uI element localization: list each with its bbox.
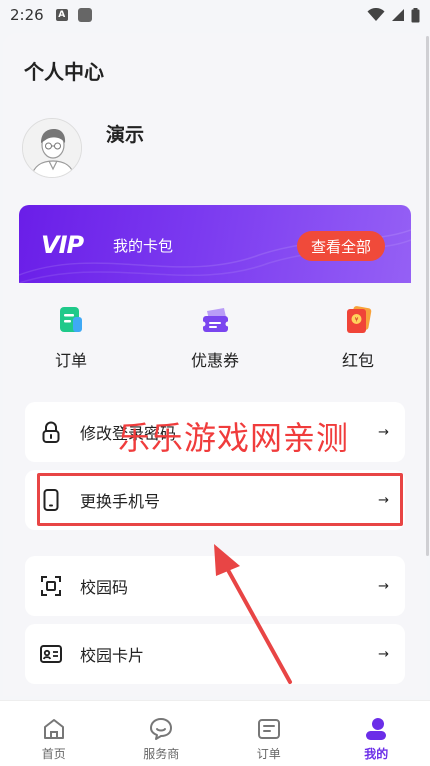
quick-action-label: 订单 bbox=[54, 351, 87, 370]
vip-logo: VIP bbox=[41, 231, 84, 259]
menu-item-label: 更换手机号 bbox=[80, 492, 161, 511]
tab-label: 订单 bbox=[256, 747, 281, 761]
tab-mine[interactable]: 我的 bbox=[323, 701, 430, 766]
page-title: 个人中心 bbox=[24, 60, 104, 84]
id-card-icon bbox=[40, 645, 62, 663]
notification-app-icon bbox=[77, 8, 92, 22]
menu-item-label: 修改登录密码 bbox=[80, 424, 177, 443]
vip-card-title: 我的卡包 bbox=[113, 237, 174, 255]
coupon-icon bbox=[200, 308, 230, 332]
quick-action-label: 优惠券 bbox=[190, 351, 239, 370]
user-name[interactable]: 演示 bbox=[106, 120, 144, 147]
lock-icon bbox=[42, 421, 60, 443]
tab-label: 我的 bbox=[364, 747, 389, 761]
battery-icon bbox=[411, 7, 420, 22]
arrow-right-icon: → bbox=[378, 646, 389, 662]
quick-action-coupon[interactable]: 优惠券 bbox=[170, 305, 260, 371]
menu-item-label: 校园码 bbox=[80, 578, 129, 597]
tab-home[interactable]: 首页 bbox=[0, 701, 108, 766]
svg-text:¥: ¥ bbox=[355, 317, 359, 324]
arrow-right-icon: → bbox=[378, 492, 389, 508]
arrow-right-icon: → bbox=[378, 578, 389, 594]
scan-icon bbox=[41, 576, 61, 596]
quick-action-order[interactable]: 订单 bbox=[26, 305, 116, 371]
phone-icon bbox=[43, 489, 59, 511]
status-indicators bbox=[367, 7, 420, 23]
menu-item-campus-code[interactable]: 校园码 → bbox=[25, 556, 405, 616]
profile-icon bbox=[366, 718, 387, 740]
vip-card-banner[interactable]: VIP 我的卡包 查看全部 bbox=[19, 205, 411, 287]
status-bar: 2:26 A bbox=[0, 0, 430, 30]
quick-actions: 订单 优惠券 ¥ 红包 bbox=[19, 283, 411, 387]
status-time: 2:26 bbox=[10, 6, 44, 24]
view-all-button[interactable]: 查看全部 bbox=[297, 231, 385, 261]
avatar[interactable] bbox=[22, 118, 82, 178]
quick-action-label: 红包 bbox=[341, 351, 374, 370]
menu-item-change-phone[interactable]: 更换手机号 → bbox=[25, 470, 405, 530]
arrow-right-icon: → bbox=[378, 424, 389, 440]
tab-label: 服务商 bbox=[143, 747, 180, 761]
signal-icon bbox=[392, 9, 404, 21]
tab-label: 首页 bbox=[41, 747, 66, 761]
notification-a-icon: A bbox=[55, 9, 68, 21]
avatar-person-icon bbox=[23, 119, 81, 177]
red-packet-icon: ¥ bbox=[347, 306, 372, 333]
quick-action-red-packet[interactable]: ¥ 红包 bbox=[313, 305, 403, 371]
tab-service-provider[interactable]: 服务商 bbox=[108, 701, 216, 766]
chat-icon bbox=[150, 718, 173, 740]
menu-item-campus-card[interactable]: 校园卡片 → bbox=[25, 624, 405, 684]
order-tab-icon bbox=[257, 719, 280, 739]
order-icon bbox=[60, 307, 82, 332]
bottom-tab-bar: 首页 服务商 订单 我的 bbox=[0, 700, 430, 766]
scrollbar[interactable] bbox=[426, 36, 429, 556]
home-icon bbox=[43, 719, 64, 739]
wifi-icon bbox=[367, 8, 385, 21]
menu-item-label: 校园卡片 bbox=[80, 646, 145, 665]
menu-item-change-password[interactable]: 修改登录密码 → bbox=[25, 402, 405, 462]
tab-orders[interactable]: 订单 bbox=[215, 701, 323, 766]
